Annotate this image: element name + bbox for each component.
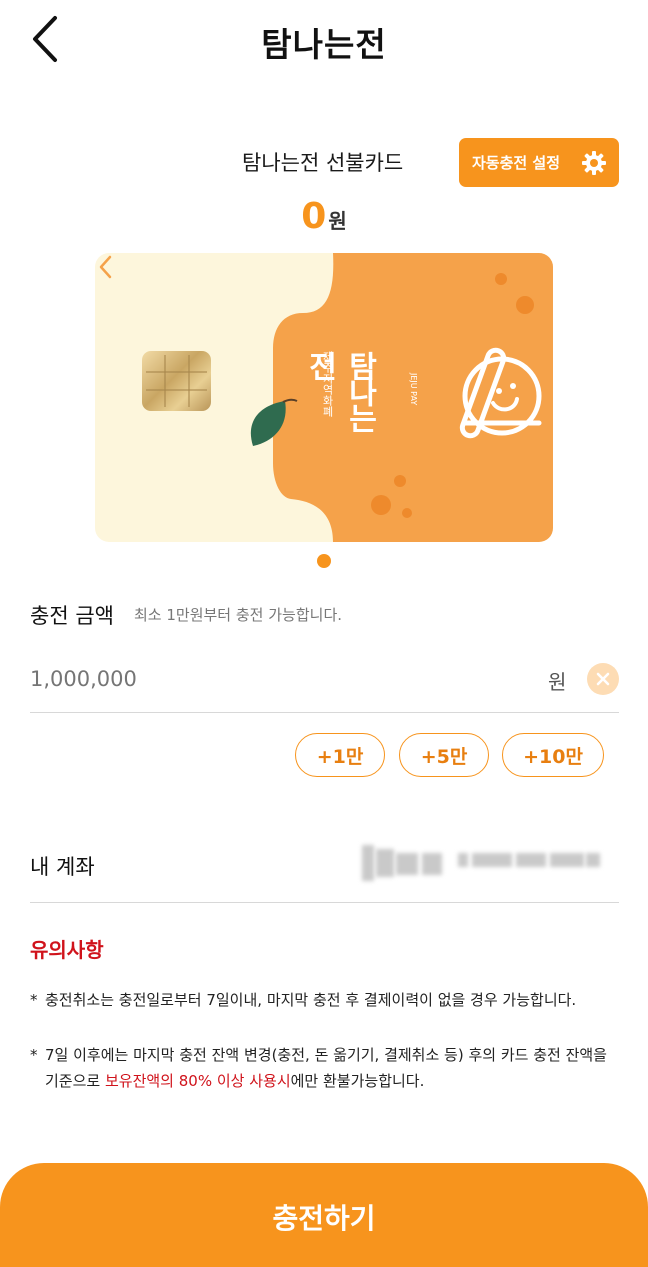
bullet-star: * bbox=[30, 991, 38, 1009]
charge-submit-button[interactable]: 충전하기 bbox=[0, 1163, 648, 1267]
card-subtitle-english: JEJU PAY bbox=[409, 373, 418, 406]
charge-submit-label: 충전하기 bbox=[272, 1202, 376, 1235]
account-number-masked bbox=[362, 841, 607, 883]
balance-amount: 0 bbox=[301, 196, 327, 237]
charge-amount-input[interactable] bbox=[30, 661, 510, 697]
card-chip bbox=[142, 351, 211, 411]
notice-text: 충전취소는 충전일로부터 7일이내, 마지막 충전 후 결제이력이 없을 경우 … bbox=[45, 991, 577, 1009]
notice-item: * 7일 이후에는 마지막 충전 잔액 변경(충전, 돈 옮기기, 결제취소 등… bbox=[30, 1042, 615, 1094]
notice-highlight: 보유잔액의 80% 이상 사용시 bbox=[104, 1072, 291, 1090]
add-10k-button[interactable]: +1만 bbox=[295, 733, 385, 777]
bullet-star: * bbox=[30, 1046, 38, 1064]
my-account-label: 내 계좌 bbox=[30, 855, 95, 879]
balance-unit: 원 bbox=[328, 209, 347, 233]
divider bbox=[30, 712, 619, 713]
notice-text: 7일 이후에는 마지막 충전 잔액 변경(충전, 돈 옮기기, 결제취소 등) … bbox=[30, 1042, 615, 1094]
charge-amount-label: 충전 금액 bbox=[30, 604, 114, 628]
divider bbox=[30, 902, 619, 903]
currency-unit: 원 bbox=[548, 670, 567, 694]
notice-text-part: 에만 환불가능합니다. bbox=[290, 1072, 425, 1090]
card-name: 탐나는전 선불카드 bbox=[242, 151, 404, 175]
notice-item: * 충전취소는 충전일로부터 7일이내, 마지막 충전 후 결제이력이 없을 경… bbox=[30, 987, 615, 1013]
app-header: 탐나는전 bbox=[0, 0, 648, 84]
page-title: 탐나는전 bbox=[261, 25, 387, 64]
charge-amount-hint: 최소 1만원부터 충전 가능합니다. bbox=[134, 606, 343, 624]
prepaid-card-image[interactable]: 제주지역화폐 탐나는전 JEJU PAY bbox=[95, 253, 553, 542]
gear-icon bbox=[582, 151, 606, 175]
clear-input-button[interactable] bbox=[587, 663, 619, 695]
balance: 0원 bbox=[0, 196, 648, 237]
chevron-left-icon[interactable] bbox=[95, 253, 115, 281]
add-50k-button[interactable]: +5만 bbox=[399, 733, 489, 777]
close-icon bbox=[596, 672, 610, 686]
notice-title: 유의사항 bbox=[30, 938, 104, 962]
card-brand-logo-text: 탐나는전 bbox=[302, 351, 377, 429]
add-100k-button[interactable]: +10만 bbox=[502, 733, 604, 777]
auto-charge-settings-button[interactable]: 자동충전 설정 bbox=[459, 138, 619, 187]
auto-charge-label: 자동충전 설정 bbox=[472, 154, 561, 172]
carousel-indicator bbox=[317, 554, 331, 568]
